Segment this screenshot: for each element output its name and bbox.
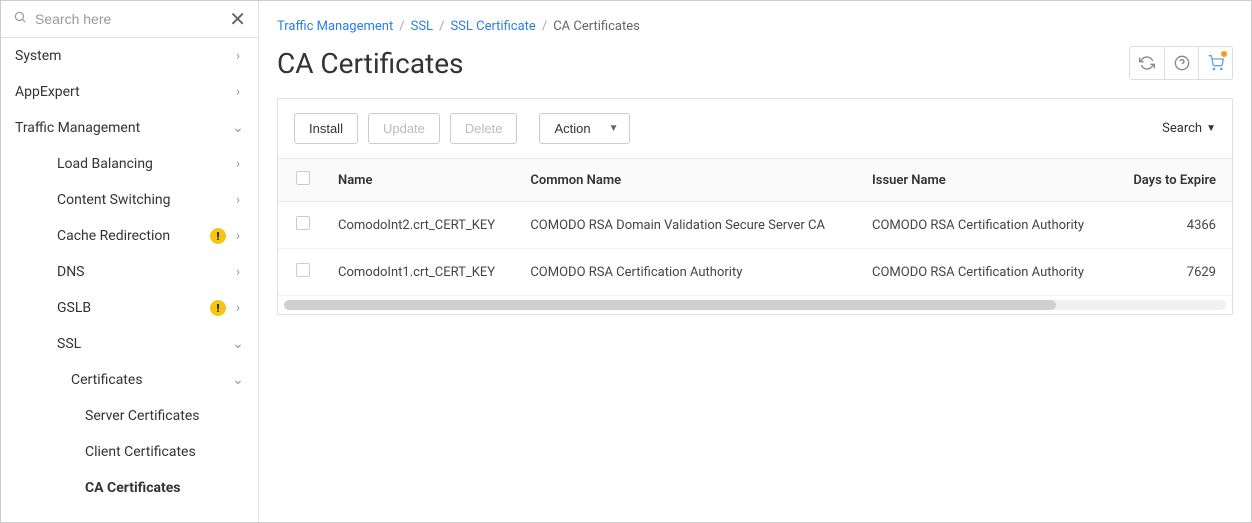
page-title: CA Certificates [277, 47, 464, 80]
breadcrumb-link[interactable]: SSL [411, 19, 433, 34]
help-icon[interactable] [1164, 47, 1198, 79]
sidebar-item-load-balancing[interactable]: Load Balancing › [1, 146, 258, 182]
sidebar-item-cache-redirection[interactable]: Cache Redirection ! › [1, 218, 258, 254]
sidebar-item-ca-certificates[interactable]: CA Certificates [1, 470, 258, 506]
notification-dot-icon [1221, 51, 1227, 57]
scrollbar-thumb[interactable] [284, 300, 1056, 310]
sidebar-item-label: DNS [57, 264, 232, 280]
sidebar-item-certificates[interactable]: Certificates ⌄ [1, 362, 258, 398]
chevron-right-icon: › [232, 48, 244, 64]
chevron-right-icon: › [232, 300, 244, 316]
breadcrumb-sep: / [439, 19, 444, 34]
sidebar-item-label: Certificates [71, 372, 232, 388]
chevron-right-icon: › [232, 264, 244, 280]
sidebar: ✕ System › AppExpert › Traffic Managemen… [1, 1, 259, 522]
install-button[interactable]: Install [294, 113, 358, 144]
chevron-right-icon: › [232, 192, 244, 208]
cart-icon[interactable] [1198, 47, 1232, 79]
row-checkbox[interactable] [296, 263, 310, 277]
toolbar-left: Install Update Delete Action ▼ [294, 113, 630, 144]
cell-name: ComodoInt2.crt_CERT_KEY [328, 202, 520, 249]
data-panel: Install Update Delete Action ▼ Search ▼ … [277, 98, 1233, 315]
caret-down-icon: ▼ [1206, 123, 1216, 134]
breadcrumb-link[interactable]: Traffic Management [277, 19, 393, 34]
col-name[interactable]: Name [328, 159, 520, 202]
cell-days: 7629 [1114, 249, 1232, 296]
chevron-right-icon: › [232, 84, 244, 100]
sidebar-item-client-certificates[interactable]: Client Certificates [1, 434, 258, 470]
caret-down-icon: ▼ [609, 123, 619, 134]
sidebar-item-appexpert[interactable]: AppExpert › [1, 74, 258, 110]
clear-icon[interactable]: ✕ [229, 9, 246, 29]
refresh-icon[interactable] [1130, 47, 1164, 79]
sidebar-item-ssl[interactable]: SSL ⌄ [1, 326, 258, 362]
chevron-down-icon: ⌄ [232, 372, 244, 388]
sidebar-item-label: CA Certificates [85, 480, 244, 496]
chevron-right-icon: › [232, 156, 244, 172]
chevron-down-icon: ⌄ [232, 120, 244, 136]
cell-issuer-name: COMODO RSA Certification Authority [862, 249, 1114, 296]
header-actions [1129, 46, 1233, 80]
breadcrumb-sep: / [399, 19, 404, 34]
sidebar-item-label: Load Balancing [57, 156, 232, 172]
action-dropdown[interactable]: Action ▼ [539, 113, 629, 144]
toolbar: Install Update Delete Action ▼ Search ▼ [278, 99, 1232, 159]
sidebar-item-traffic-management[interactable]: Traffic Management ⌄ [1, 110, 258, 146]
search-dropdown[interactable]: Search ▼ [1162, 121, 1216, 136]
chevron-down-icon: ⌄ [232, 336, 244, 352]
breadcrumb-link[interactable]: SSL Certificate [450, 19, 535, 34]
table-row[interactable]: ComodoInt2.crt_CERT_KEY COMODO RSA Domai… [278, 202, 1232, 249]
sidebar-item-label: System [15, 48, 232, 64]
sidebar-item-label: Cache Redirection [57, 228, 210, 244]
sidebar-item-label: SSL [57, 336, 232, 352]
sidebar-item-label: Traffic Management [15, 120, 232, 136]
search-row: ✕ [1, 1, 258, 38]
horizontal-scrollbar[interactable] [284, 300, 1226, 310]
search-icon [13, 10, 27, 28]
col-days-to-expire[interactable]: Days to Expire [1114, 159, 1232, 202]
select-all-checkbox[interactable] [296, 171, 310, 185]
table-row[interactable]: ComodoInt1.crt_CERT_KEY COMODO RSA Certi… [278, 249, 1232, 296]
row-checkbox[interactable] [296, 216, 310, 230]
sidebar-item-label: Content Switching [57, 192, 232, 208]
sidebar-item-label: Server Certificates [85, 408, 244, 424]
cell-common-name: COMODO RSA Domain Validation Secure Serv… [520, 202, 862, 249]
search-label: Search [1162, 121, 1202, 136]
delete-button[interactable]: Delete [450, 113, 518, 144]
sidebar-item-content-switching[interactable]: Content Switching › [1, 182, 258, 218]
page-header: CA Certificates [277, 46, 1233, 80]
col-checkbox [278, 159, 328, 202]
breadcrumb-current: CA Certificates [553, 19, 640, 34]
cell-name: ComodoInt1.crt_CERT_KEY [328, 249, 520, 296]
col-issuer-name[interactable]: Issuer Name [862, 159, 1114, 202]
update-button[interactable]: Update [368, 113, 440, 144]
search-input[interactable] [35, 11, 221, 27]
warning-icon: ! [210, 228, 226, 244]
cell-days: 4366 [1114, 202, 1232, 249]
warning-icon: ! [210, 300, 226, 316]
chevron-right-icon: › [232, 228, 244, 244]
sidebar-item-label: GSLB [57, 300, 210, 316]
sidebar-item-label: Client Certificates [85, 444, 244, 460]
cell-issuer-name: COMODO RSA Certification Authority [862, 202, 1114, 249]
col-common-name[interactable]: Common Name [520, 159, 862, 202]
sidebar-item-dns[interactable]: DNS › [1, 254, 258, 290]
certificates-table: Name Common Name Issuer Name Days to Exp… [278, 159, 1232, 296]
cell-common-name: COMODO RSA Certification Authority [520, 249, 862, 296]
main-content: Traffic Management / SSL / SSL Certifica… [259, 1, 1251, 522]
sidebar-item-system[interactable]: System › [1, 38, 258, 74]
breadcrumb-sep: / [542, 19, 547, 34]
action-label: Action [554, 121, 590, 136]
sidebar-item-server-certificates[interactable]: Server Certificates [1, 398, 258, 434]
sidebar-item-gslb[interactable]: GSLB ! › [1, 290, 258, 326]
sidebar-item-label: AppExpert [15, 84, 232, 100]
breadcrumb: Traffic Management / SSL / SSL Certifica… [277, 19, 1233, 34]
